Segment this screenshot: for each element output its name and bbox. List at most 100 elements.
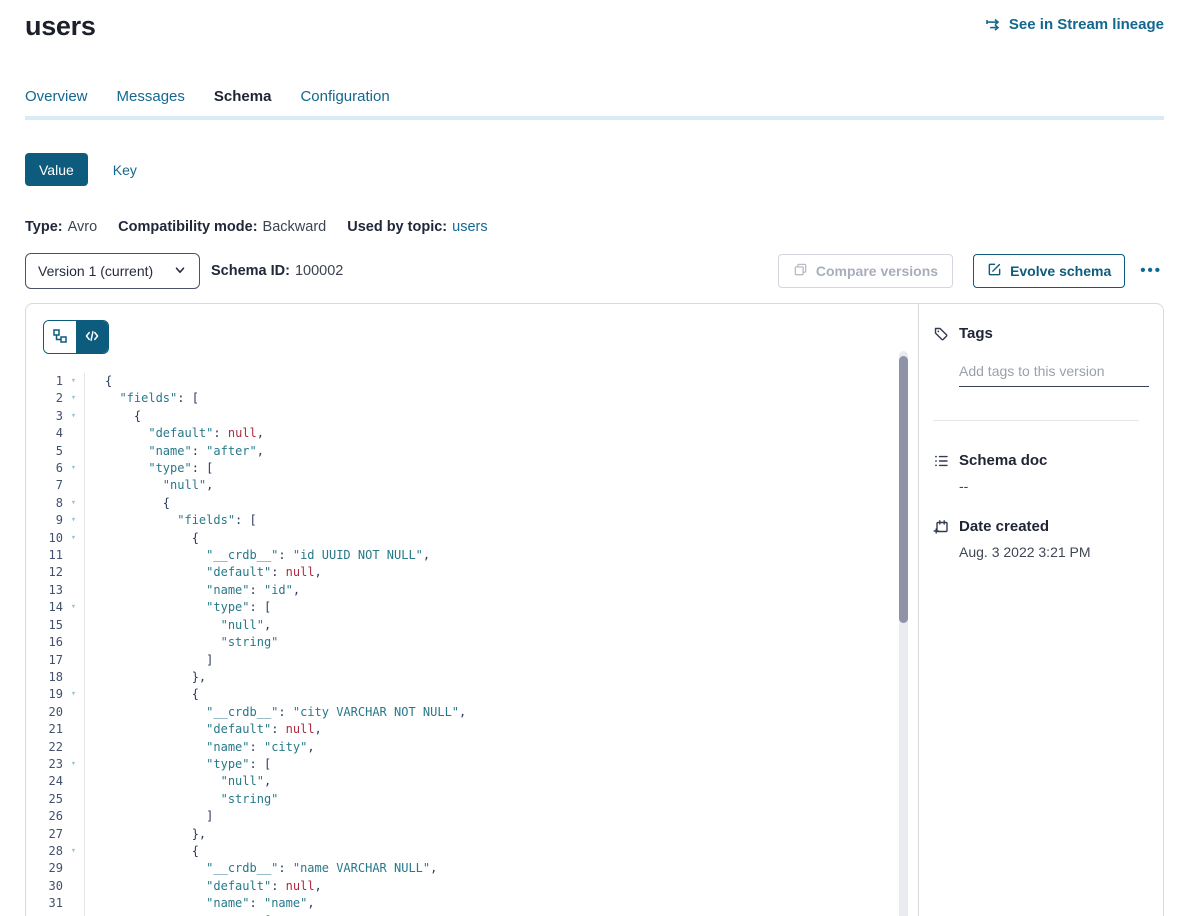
- code-text: "string": [85, 634, 278, 651]
- compatibility-value: Backward: [263, 219, 327, 235]
- code-line: 1▾{: [26, 373, 918, 390]
- fold-toggle-icon[interactable]: ▾: [63, 373, 84, 390]
- code-text: "name": "name",: [85, 895, 315, 912]
- code-text: "null",: [85, 617, 271, 634]
- fold-toggle-icon[interactable]: ▾: [63, 599, 84, 616]
- code-text: "name": "city",: [85, 739, 315, 756]
- gutter-cell: 21: [26, 721, 85, 738]
- calendar-icon: [933, 519, 949, 535]
- tree-view-button[interactable]: [44, 321, 76, 353]
- line-number: 26: [26, 808, 63, 825]
- fold-spacer: [63, 443, 84, 460]
- code-line: 10▾ {: [26, 530, 918, 547]
- code-line: 14▾ "type": [: [26, 599, 918, 616]
- gutter-cell: 9▾: [26, 512, 85, 529]
- code-line: 32▾ "type": [: [26, 913, 918, 916]
- schema-id: Schema ID: 100002: [211, 263, 343, 279]
- tags-title: Tags: [959, 325, 993, 342]
- evolve-schema-label: Evolve schema: [1010, 263, 1111, 279]
- gutter-cell: 1▾: [26, 373, 85, 390]
- gutter-cell: 25: [26, 791, 85, 808]
- schema-editor: 1▾{2▾ "fields": [3▾ {4 "default": null,5…: [26, 304, 918, 916]
- meta-used-by-topic: Used by topic: users: [347, 219, 487, 235]
- tab-messages[interactable]: Messages: [117, 88, 185, 106]
- compatibility-label: Compatibility mode:: [118, 219, 257, 235]
- key-toggle-link[interactable]: Key: [113, 162, 137, 178]
- editor-scrollbar[interactable]: [899, 351, 908, 916]
- gutter-cell: 24: [26, 773, 85, 790]
- fold-spacer: [63, 739, 84, 756]
- code-text: {: [85, 495, 170, 512]
- version-select[interactable]: Version 1 (current): [25, 253, 200, 289]
- stream-lineage-icon: [984, 17, 1002, 33]
- code-text: "name": "after",: [85, 443, 264, 460]
- code-line: 13 "name": "id",: [26, 582, 918, 599]
- fold-toggle-icon[interactable]: ▾: [63, 756, 84, 773]
- value-toggle-button[interactable]: Value: [25, 153, 88, 186]
- tab-bar: Overview Messages Schema Configuration: [25, 88, 1164, 116]
- fold-toggle-icon[interactable]: ▾: [63, 686, 84, 703]
- line-number: 18: [26, 669, 63, 686]
- sidebar-divider: [933, 420, 1139, 421]
- fold-toggle-icon[interactable]: ▾: [63, 530, 84, 547]
- code-line: 17 ]: [26, 652, 918, 669]
- version-toolbar: Version 1 (current) Schema ID: 100002 Co…: [25, 253, 1164, 289]
- stream-lineage-link[interactable]: See in Stream lineage: [984, 16, 1164, 33]
- code-line: 16 "string": [26, 634, 918, 651]
- schema-content-panel: 1▾{2▾ "fields": [3▾ {4 "default": null,5…: [25, 303, 1164, 916]
- line-number: 23: [26, 756, 63, 773]
- line-number: 10: [26, 530, 63, 547]
- fold-spacer: [63, 704, 84, 721]
- schema-doc-title: Schema doc: [959, 452, 1047, 469]
- meta-compatibility: Compatibility mode: Backward: [118, 219, 326, 235]
- code-text: "null",: [85, 773, 271, 790]
- code-text: {: [85, 408, 141, 425]
- editor-view-toggle: [43, 320, 109, 354]
- gutter-cell: 31: [26, 895, 85, 912]
- line-number: 15: [26, 617, 63, 634]
- code-view-button[interactable]: [76, 321, 108, 353]
- code-line: 19▾ {: [26, 686, 918, 703]
- fold-toggle-icon[interactable]: ▾: [63, 495, 84, 512]
- fold-toggle-icon[interactable]: ▾: [63, 460, 84, 477]
- gutter-cell: 4: [26, 425, 85, 442]
- line-number: 3: [26, 408, 63, 425]
- fold-toggle-icon[interactable]: ▾: [63, 913, 84, 916]
- code-line: 28▾ {: [26, 843, 918, 860]
- tab-overview[interactable]: Overview: [25, 88, 88, 106]
- tab-underline-track: [25, 116, 1164, 120]
- code-text: {: [85, 530, 199, 547]
- gutter-cell: 20: [26, 704, 85, 721]
- fold-toggle-icon[interactable]: ▾: [63, 408, 84, 425]
- page-header: users See in Stream lineage: [0, 0, 1189, 42]
- editor-scrollbar-thumb[interactable]: [899, 356, 908, 623]
- line-number: 16: [26, 634, 63, 651]
- code-line: 23▾ "type": [: [26, 756, 918, 773]
- evolve-schema-button[interactable]: Evolve schema: [973, 254, 1125, 288]
- fold-toggle-icon[interactable]: ▾: [63, 390, 84, 407]
- fold-spacer: [63, 477, 84, 494]
- tab-schema[interactable]: Schema: [214, 88, 272, 106]
- gutter-cell: 27: [26, 826, 85, 843]
- line-number: 28: [26, 843, 63, 860]
- compare-versions-button[interactable]: Compare versions: [778, 254, 953, 288]
- fold-spacer: [63, 564, 84, 581]
- gutter-cell: 10▾: [26, 530, 85, 547]
- fold-toggle-icon[interactable]: ▾: [63, 512, 84, 529]
- code-line: 21 "default": null,: [26, 721, 918, 738]
- gutter-cell: 2▾: [26, 390, 85, 407]
- line-number: 9: [26, 512, 63, 529]
- more-actions-button[interactable]: •••: [1138, 262, 1164, 280]
- fold-toggle-icon[interactable]: ▾: [63, 843, 84, 860]
- value-key-toggle: Value Key: [25, 153, 1164, 186]
- tab-configuration[interactable]: Configuration: [300, 88, 389, 106]
- code-editor-content: 1▾{2▾ "fields": [3▾ {4 "default": null,5…: [26, 373, 918, 916]
- schema-page: users See in Stream lineage Overview Mes…: [0, 0, 1189, 916]
- code-text: "__crdb__": "name VARCHAR NULL",: [85, 860, 437, 877]
- add-tags-input[interactable]: [959, 363, 1149, 387]
- code-line: 30 "default": null,: [26, 878, 918, 895]
- topic-link[interactable]: users: [452, 219, 487, 235]
- gutter-cell: 32▾: [26, 913, 85, 916]
- date-created-value: Aug. 3 2022 3:21 PM: [959, 544, 1149, 560]
- fold-spacer: [63, 652, 84, 669]
